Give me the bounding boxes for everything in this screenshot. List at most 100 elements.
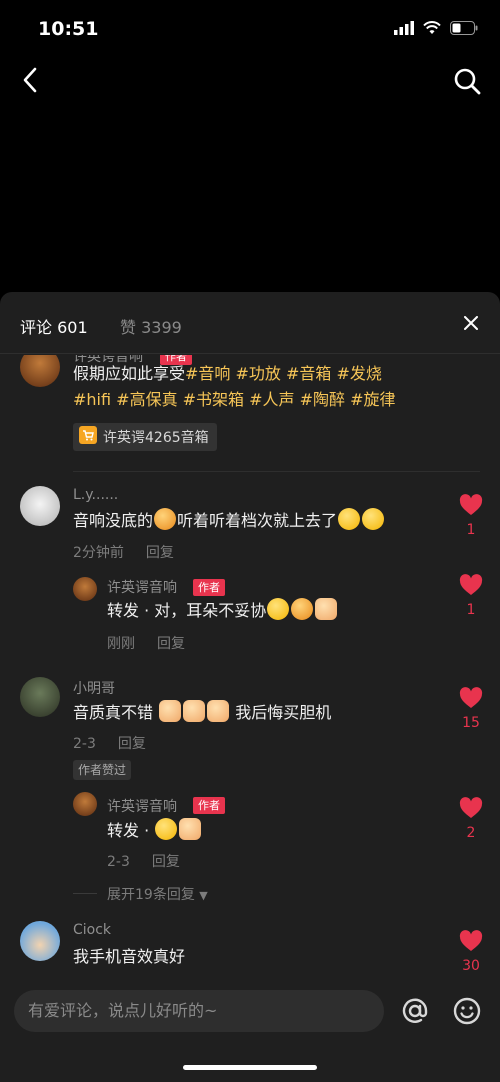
grin-emoji-icon bbox=[362, 508, 385, 530]
like-button[interactable]: 1 bbox=[453, 574, 489, 618]
avatar[interactable] bbox=[20, 921, 60, 961]
pray-emoji-icon bbox=[179, 818, 202, 840]
reply-text-part: 转发 · bbox=[107, 821, 155, 840]
close-button[interactable] bbox=[460, 312, 482, 334]
thinking-emoji-icon bbox=[154, 508, 177, 530]
comment-input[interactable]: 有爱评论，说点儿好听的~ bbox=[14, 990, 384, 1032]
author-badge: 作者 bbox=[193, 797, 225, 814]
heart-icon bbox=[459, 687, 483, 708]
grin-emoji-icon bbox=[338, 508, 361, 530]
expand-line bbox=[73, 893, 97, 894]
avatar[interactable] bbox=[20, 486, 60, 526]
tab-comments[interactable]: 评论 601 bbox=[20, 314, 88, 338]
comment-text-part: 音响没底的 bbox=[73, 511, 154, 530]
divider bbox=[73, 471, 480, 472]
comment-username[interactable]: 小明哥 bbox=[73, 678, 115, 698]
emoji-picker-button[interactable] bbox=[452, 996, 482, 1026]
clapping-emoji-icon bbox=[155, 818, 178, 840]
comment-input-bar: 有爱评论，说点儿好听的~ bbox=[0, 982, 500, 1082]
reply-text-part: 转发 · 对，耳朵不妥协 bbox=[107, 601, 267, 620]
heart-icon bbox=[459, 574, 483, 595]
comment-text-part: 听着听着档次就上去了 bbox=[177, 511, 338, 530]
nav-bar bbox=[0, 60, 500, 104]
like-count: 15 bbox=[462, 715, 480, 731]
comment-list[interactable]: 许英谔音响 作者 假期应如此享受#音响 #功放 #音箱 #发烧 #hifi #高… bbox=[0, 355, 500, 975]
hashtag-links[interactable]: #音响 #功放 #音箱 #发烧 bbox=[185, 364, 382, 383]
comment-text: 音响没底的 听着听着档次就上去了 bbox=[73, 508, 385, 534]
like-button[interactable]: 1 bbox=[453, 494, 489, 538]
search-icon bbox=[454, 68, 481, 95]
reply-button[interactable]: 回复 bbox=[118, 736, 146, 752]
heart-icon bbox=[459, 930, 483, 951]
battery-icon bbox=[450, 20, 478, 39]
comment-text-part: 音质真不错 bbox=[73, 703, 154, 722]
comment-username[interactable]: Ciock bbox=[73, 922, 111, 938]
expand-replies-button[interactable]: 展开19条回复 ▼ bbox=[107, 884, 208, 904]
close-icon bbox=[464, 316, 478, 330]
like-button[interactable]: 2 bbox=[453, 797, 489, 841]
reply-button[interactable]: 回复 bbox=[146, 545, 174, 561]
reply-time: 刚刚 bbox=[107, 636, 135, 652]
heart-icon bbox=[459, 797, 483, 818]
signal-icon bbox=[394, 20, 414, 39]
reply-meta: 刚刚 回复 bbox=[107, 633, 185, 653]
like-count: 1 bbox=[466, 522, 476, 538]
sheet-header: 评论 601 赞 3399 bbox=[0, 292, 500, 354]
comment-text-part: 我后悔买胆机 bbox=[235, 703, 332, 722]
reply-text: 转发 · 对，耳朵不妥协 bbox=[107, 598, 338, 624]
comment-text-plain: 假期应如此享受 bbox=[73, 364, 186, 383]
reply-text: 转发 · bbox=[107, 818, 202, 844]
author-liked-badge: 作者赞过 bbox=[73, 760, 132, 780]
avatar[interactable] bbox=[73, 577, 97, 601]
mention-button[interactable] bbox=[400, 996, 430, 1026]
back-button[interactable] bbox=[14, 64, 46, 96]
comments-sheet: 评论 601 赞 3399 许英谔音响 作者 假期应如此享受#音响 #功放 #音… bbox=[0, 292, 500, 1082]
smiley-icon bbox=[453, 997, 481, 1025]
reply-time: 2-3 bbox=[107, 854, 130, 870]
like-count: 30 bbox=[462, 958, 480, 974]
comment-meta: 2-3 回复 bbox=[73, 733, 146, 753]
reply-username[interactable]: 许英谔音响 bbox=[107, 577, 177, 597]
caret-down-icon: ▼ bbox=[199, 889, 208, 902]
avatar[interactable] bbox=[20, 677, 60, 717]
expand-replies-label: 展开19条回复 bbox=[107, 887, 195, 903]
reply-button[interactable]: 回复 bbox=[157, 636, 185, 652]
thumbs-up-emoji-icon bbox=[159, 700, 182, 722]
tab-likes[interactable]: 赞 3399 bbox=[120, 314, 182, 338]
reply-username[interactable]: 许英谔音响 bbox=[107, 796, 177, 816]
avatar[interactable] bbox=[73, 792, 97, 816]
reply-button[interactable]: 回复 bbox=[152, 854, 180, 870]
thumbs-up-emoji-icon bbox=[315, 598, 338, 620]
comment-time: 2分钟前 bbox=[73, 545, 124, 561]
product-label: 许英谔4265音箱 bbox=[103, 430, 209, 446]
reply-meta: 2-3 回复 bbox=[107, 851, 180, 871]
like-button[interactable]: 30 bbox=[453, 930, 489, 974]
chevron-left-icon bbox=[23, 67, 37, 93]
home-indicator bbox=[183, 1065, 317, 1070]
hashtag-links[interactable]: #hifi #高保真 #书架箱 #人声 #陶醉 #旋律 bbox=[73, 387, 396, 413]
comment-meta: 2分钟前 回复 bbox=[73, 542, 174, 562]
author-badge: 作者 bbox=[193, 579, 225, 596]
like-count: 1 bbox=[466, 602, 476, 618]
status-time: 10:51 bbox=[38, 18, 99, 40]
comment-username[interactable]: L.y...... bbox=[73, 487, 118, 503]
cart-icon bbox=[79, 426, 97, 448]
avatar[interactable] bbox=[20, 355, 60, 387]
comment-text: 我手机音效真好 bbox=[73, 947, 186, 966]
thumbs-up-emoji-icon bbox=[183, 700, 206, 722]
search-button[interactable] bbox=[450, 64, 484, 98]
wifi-icon bbox=[423, 20, 441, 39]
status-icons bbox=[394, 20, 478, 39]
at-sign-icon bbox=[402, 998, 428, 1023]
comment-time: 2-3 bbox=[73, 736, 96, 752]
like-count: 2 bbox=[466, 825, 476, 841]
angry-emoji-icon bbox=[291, 598, 314, 620]
like-button[interactable]: 15 bbox=[453, 687, 489, 731]
thumbs-up-emoji-icon bbox=[207, 700, 230, 722]
grin-emoji-icon bbox=[267, 598, 290, 620]
status-bar: 10:51 bbox=[0, 0, 500, 60]
product-chip[interactable]: 许英谔4265音箱 bbox=[73, 423, 217, 451]
comment-text: 音质真不错 我后悔买胆机 bbox=[73, 700, 331, 726]
comment-text: 假期应如此享受#音响 #功放 #音箱 #发烧 bbox=[73, 361, 382, 387]
heart-icon bbox=[459, 494, 483, 515]
